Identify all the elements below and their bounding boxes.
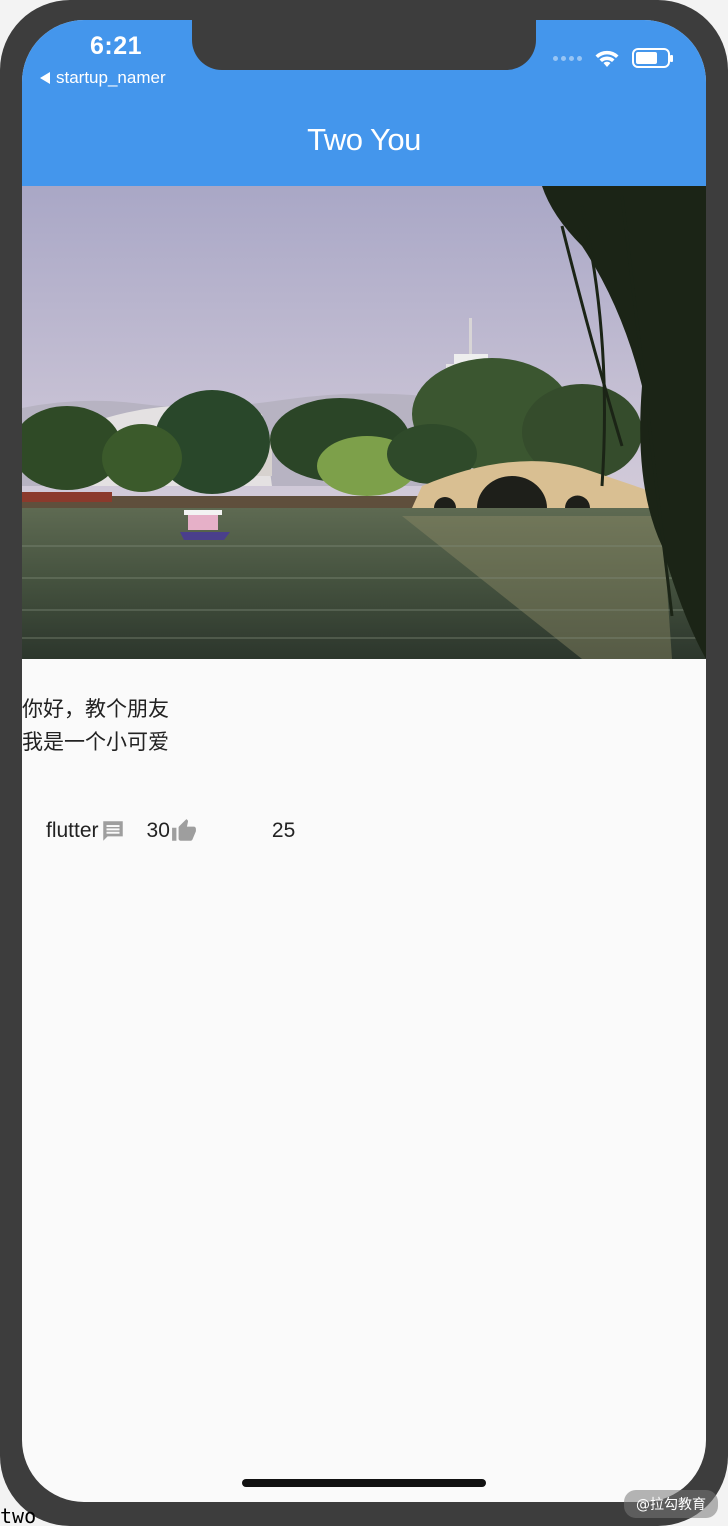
home-indicator[interactable]: [242, 1479, 486, 1487]
device-notch: [192, 20, 536, 70]
back-arrow-icon: [40, 72, 50, 84]
comment-icon[interactable]: [99, 817, 127, 845]
photo-illustration: [22, 186, 706, 659]
thumb-up-icon[interactable]: [170, 817, 198, 845]
wifi-icon: [595, 50, 619, 67]
battery-level: [636, 52, 657, 64]
status-time: 6:21: [90, 32, 143, 60]
like-count: 25: [271, 819, 296, 842]
comment-count: 30: [146, 819, 170, 842]
back-to-app-button[interactable]: startup_namer: [40, 68, 166, 88]
post-stats-row: flutter 30 25: [46, 816, 295, 846]
description-line: 你好，教个朋友: [22, 697, 169, 721]
corner-label: two: [0, 1504, 37, 1526]
lake-bridge-photo: [22, 186, 706, 659]
simulator-stage: 6:21 startup_namer Two You 你好，教个朋友 我是一个小…: [0, 0, 728, 1526]
cellular-signal-icon: [553, 55, 582, 61]
back-app-label: startup_namer: [56, 68, 166, 87]
watermark: @拉勾教育: [624, 1490, 718, 1518]
description-line: 我是一个小可爱: [22, 730, 169, 754]
status-indicators: [553, 48, 673, 68]
post-tag: flutter: [46, 819, 99, 842]
battery-icon: [632, 48, 673, 68]
app-screen: 6:21 startup_namer Two You 你好，教个朋友 我是一个小…: [22, 20, 706, 1502]
page-title: Two You: [307, 122, 421, 157]
post-description: 你好，教个朋友 我是一个小可爱: [22, 693, 169, 759]
